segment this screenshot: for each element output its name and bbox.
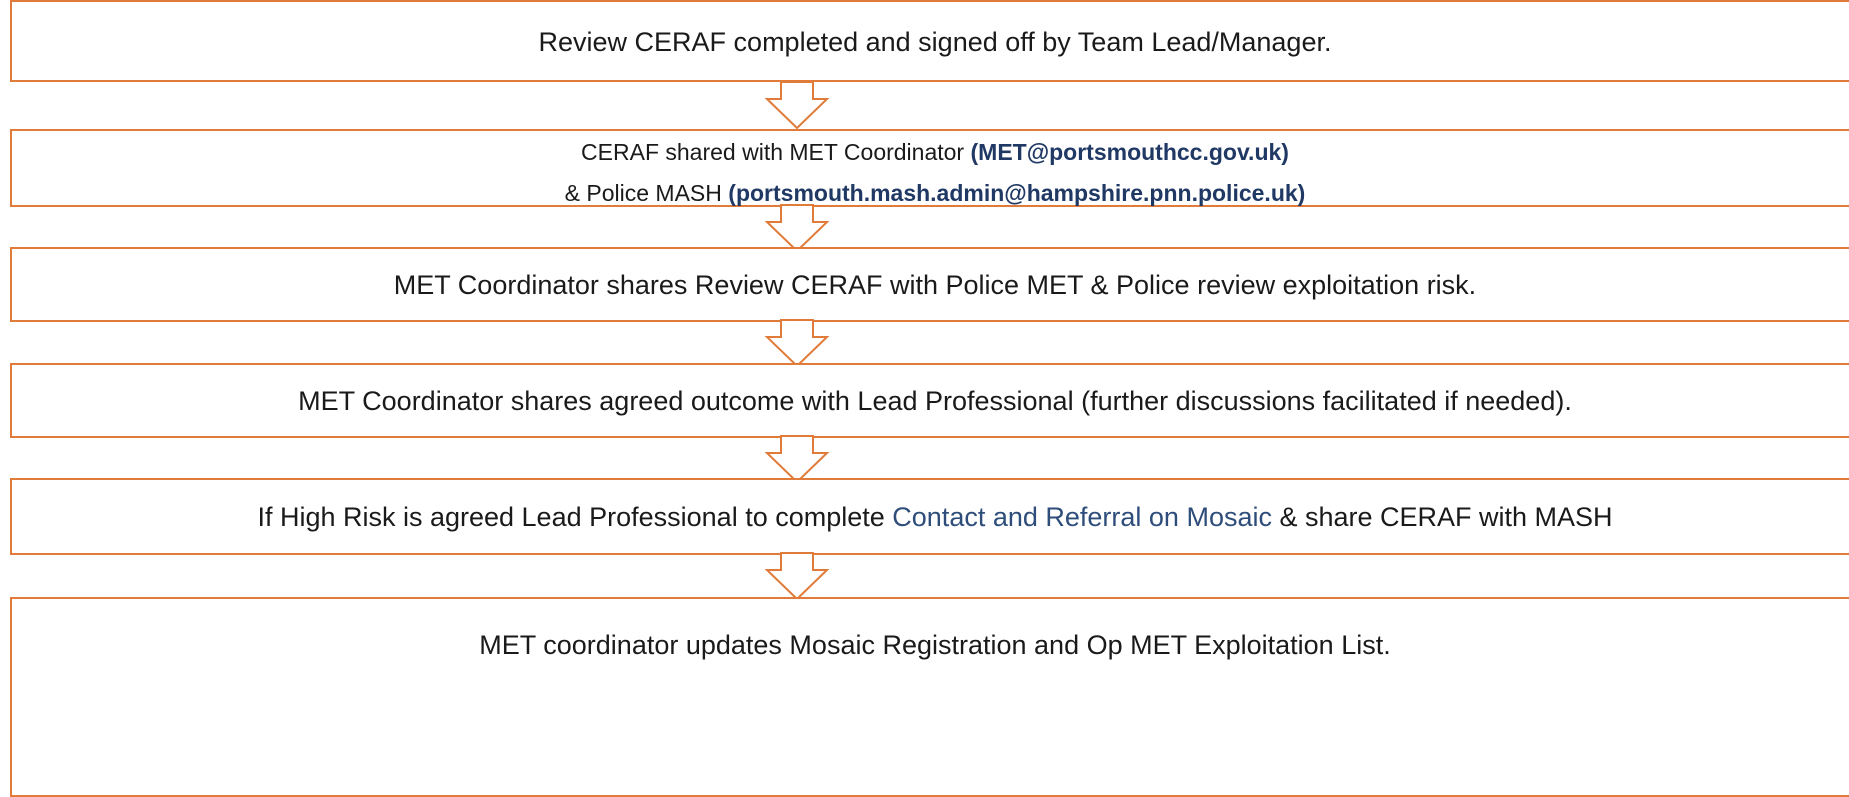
- step-3-text: MET Coordinator shares Review CERAF with…: [393, 270, 1477, 300]
- step-2-line-2: & Police MASH (portsmouth.mash.admin@ham…: [12, 180, 1849, 207]
- down-arrow-icon: [764, 319, 830, 368]
- step-6-text: MET coordinator updates Mosaic Registrat…: [479, 630, 1391, 660]
- down-arrow-icon: [764, 552, 830, 601]
- contact-referral-mosaic-link[interactable]: Contact and Referral on Mosaic: [892, 502, 1272, 532]
- mash-email: (portsmouth.mash.admin@hampshire.pnn.pol…: [728, 180, 1306, 206]
- down-arrow-icon: [764, 204, 830, 253]
- down-arrow-icon: [764, 435, 830, 484]
- step-5-text-suffix: & share CERAF with MASH: [1271, 502, 1613, 532]
- step-4-text: MET Coordinator shares agreed outcome wi…: [298, 386, 1572, 416]
- step-1-text: Review CERAF completed and signed off by…: [538, 27, 1332, 57]
- down-arrow-icon: [764, 81, 830, 130]
- step-2-line-1: CERAF shared with MET Coordinator (MET@p…: [12, 139, 1849, 166]
- flow-step-4: MET Coordinator shares agreed outcome wi…: [10, 363, 1849, 438]
- flow-step-2: CERAF shared with MET Coordinator (MET@p…: [10, 129, 1849, 207]
- flow-step-3: MET Coordinator shares Review CERAF with…: [10, 247, 1849, 322]
- flow-step-5: If High Risk is agreed Lead Professional…: [10, 478, 1849, 555]
- met-email: (MET@portsmouthcc.gov.uk): [970, 139, 1289, 165]
- step-2-line-2-text: & Police MASH: [564, 180, 729, 206]
- flow-step-1: Review CERAF completed and signed off by…: [10, 0, 1849, 82]
- step-2-line-1-text: CERAF shared with MET Coordinator: [581, 139, 971, 165]
- step-5-text-prefix: If High Risk is agreed Lead Professional…: [257, 502, 893, 532]
- flow-step-6: MET coordinator updates Mosaic Registrat…: [10, 597, 1849, 797]
